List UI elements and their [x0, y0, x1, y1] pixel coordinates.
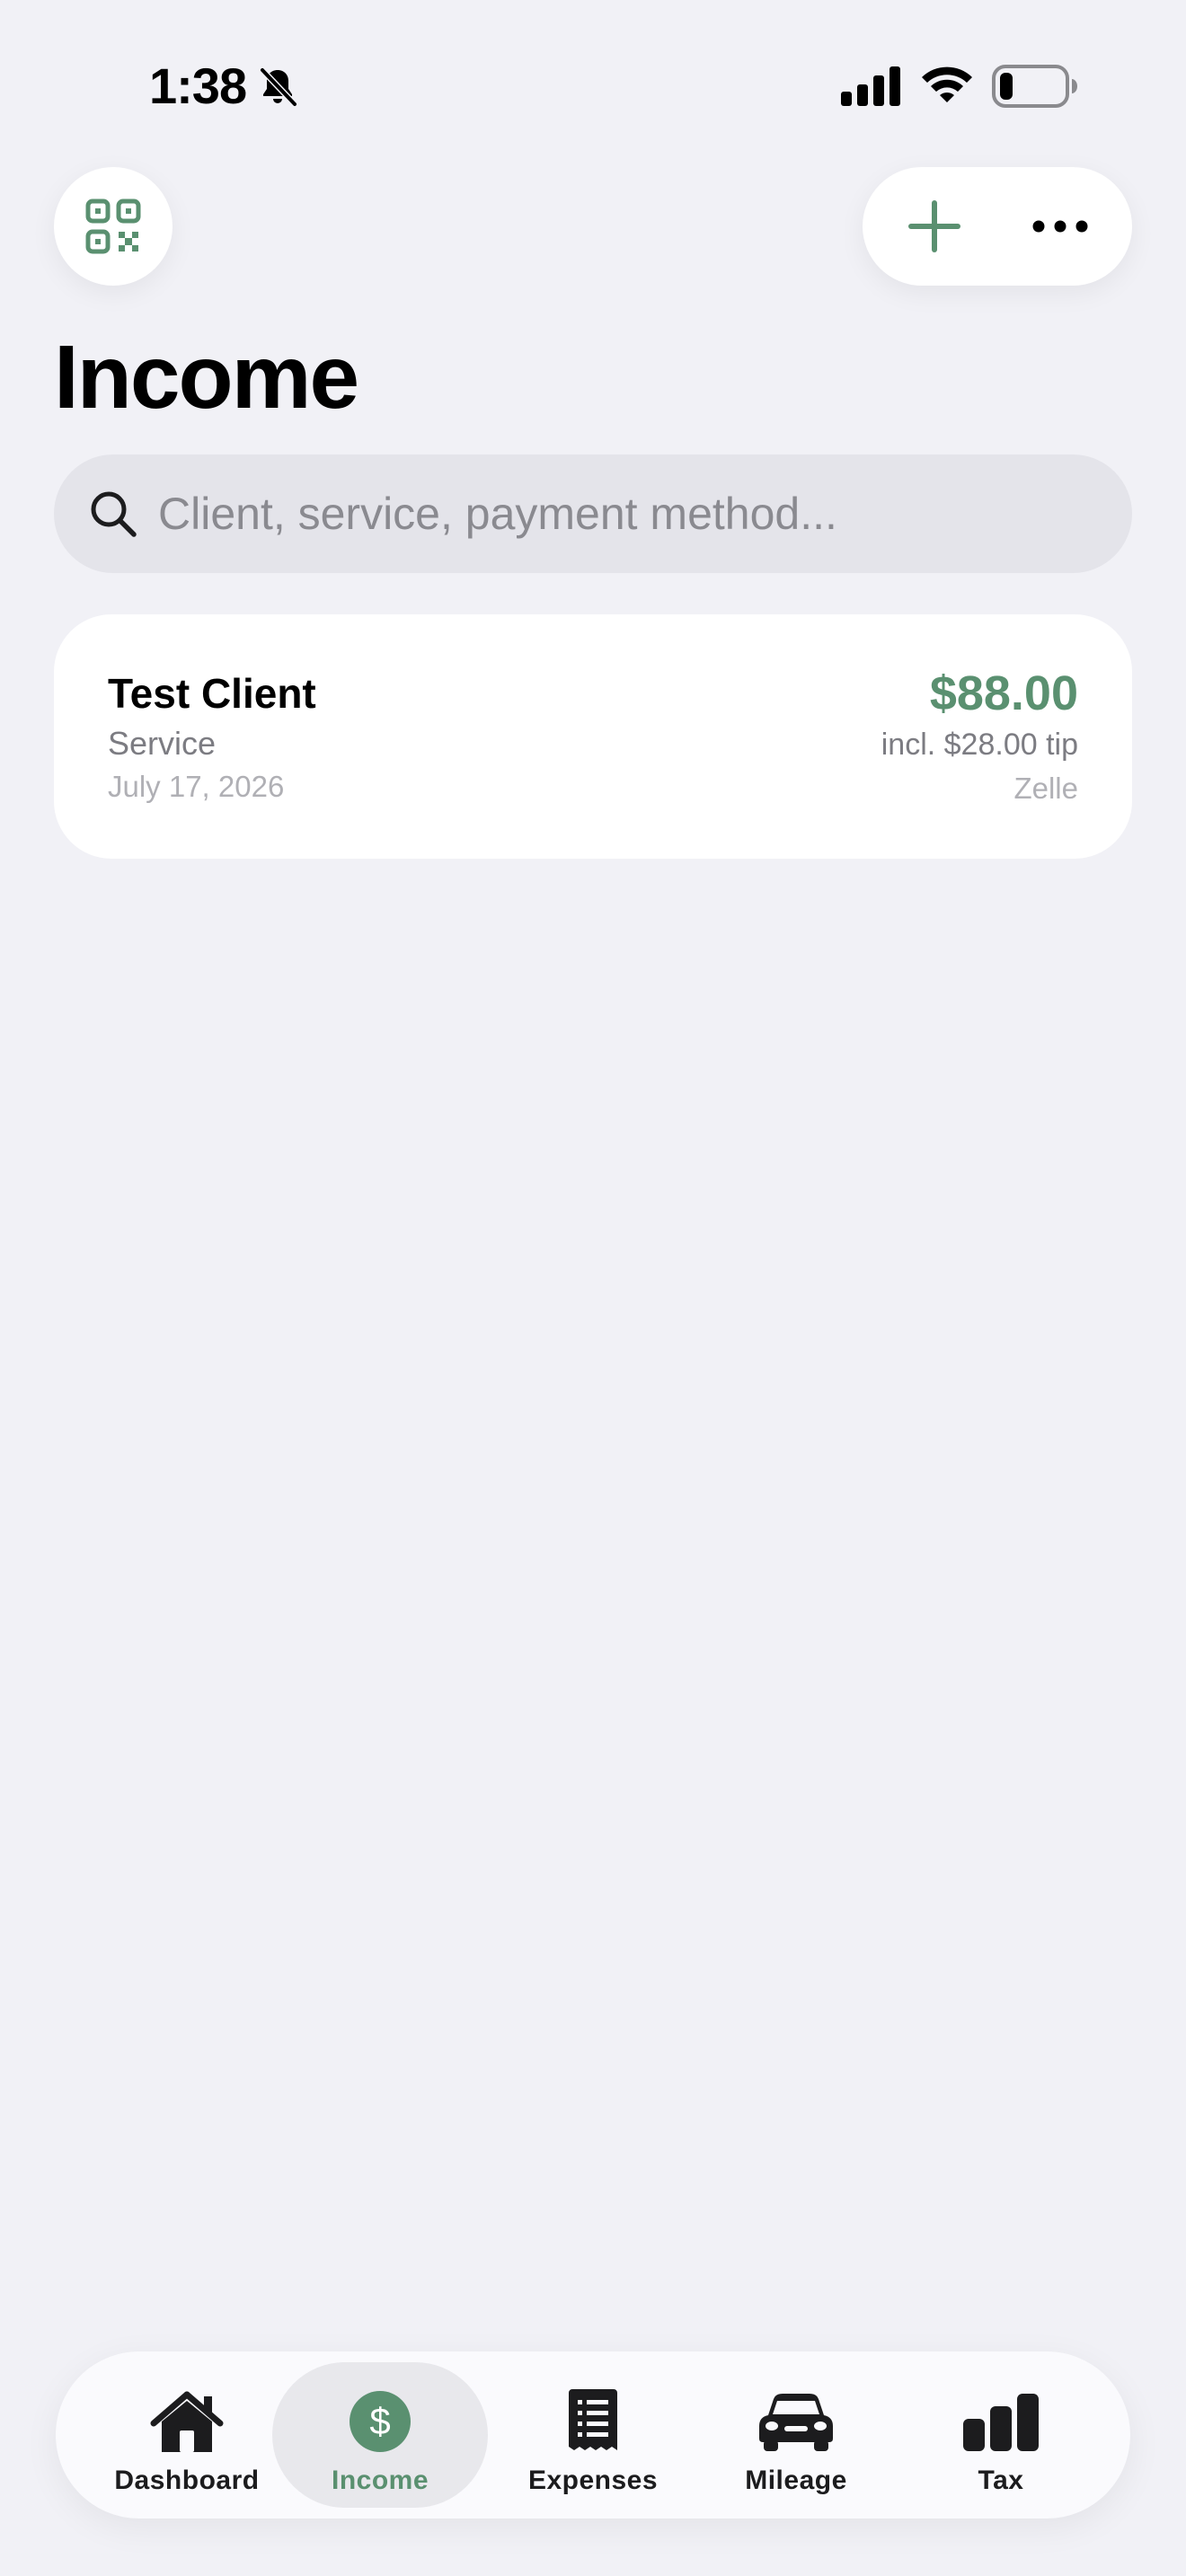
- income-amount: $88.00: [929, 666, 1078, 720]
- cellular-signal-icon: [841, 66, 900, 106]
- tab-label: Dashboard: [114, 2466, 260, 2495]
- tab-expenses[interactable]: Expenses: [485, 2362, 701, 2508]
- service-name: Service: [108, 725, 217, 762]
- status-time: 1:38: [149, 57, 247, 114]
- tab-tax[interactable]: Tax: [893, 2362, 1109, 2508]
- tab-mileage[interactable]: Mileage: [688, 2362, 904, 2508]
- tip-note: incl. $28.00 tip: [881, 728, 1078, 762]
- plus-icon: [908, 200, 960, 252]
- search-bar[interactable]: [54, 454, 1132, 573]
- page-title: Income: [54, 327, 359, 428]
- more-options-button[interactable]: [1015, 181, 1105, 271]
- house-icon: [150, 2391, 224, 2452]
- receipt-icon: [569, 2389, 617, 2450]
- bar-chart-icon: [963, 2394, 1039, 2451]
- income-entry-card[interactable]: Test Client Service July 17, 2026 $88.00…: [54, 614, 1132, 859]
- tab-income[interactable]: $ Income: [272, 2362, 488, 2508]
- qr-code-button[interactable]: [54, 167, 173, 286]
- qr-code-icon: [85, 198, 141, 254]
- tab-label: Mileage: [745, 2466, 847, 2495]
- tab-dashboard[interactable]: Dashboard: [79, 2362, 295, 2508]
- wifi-icon: [922, 66, 972, 102]
- search-input[interactable]: [158, 454, 1093, 573]
- battery-low-icon: [992, 65, 1077, 108]
- ellipsis-icon: [1032, 220, 1088, 233]
- tab-bar: Dashboard $ Income Expenses Mileage Tax: [56, 2351, 1130, 2519]
- car-icon: [759, 2394, 833, 2451]
- income-date: July 17, 2026: [108, 770, 285, 803]
- bell-slash-icon: [260, 67, 297, 107]
- payment-method: Zelle: [1013, 772, 1078, 805]
- search-icon: [91, 491, 137, 537]
- client-name: Test Client: [108, 670, 316, 717]
- tab-label: Income: [331, 2466, 429, 2495]
- action-pill: [863, 167, 1132, 286]
- dollar-circle-icon: $: [350, 2391, 411, 2452]
- tab-label: Expenses: [527, 2466, 659, 2495]
- svg-text:$: $: [369, 2400, 390, 2442]
- add-income-button[interactable]: [890, 181, 979, 271]
- tab-label: Tax: [978, 2466, 1024, 2495]
